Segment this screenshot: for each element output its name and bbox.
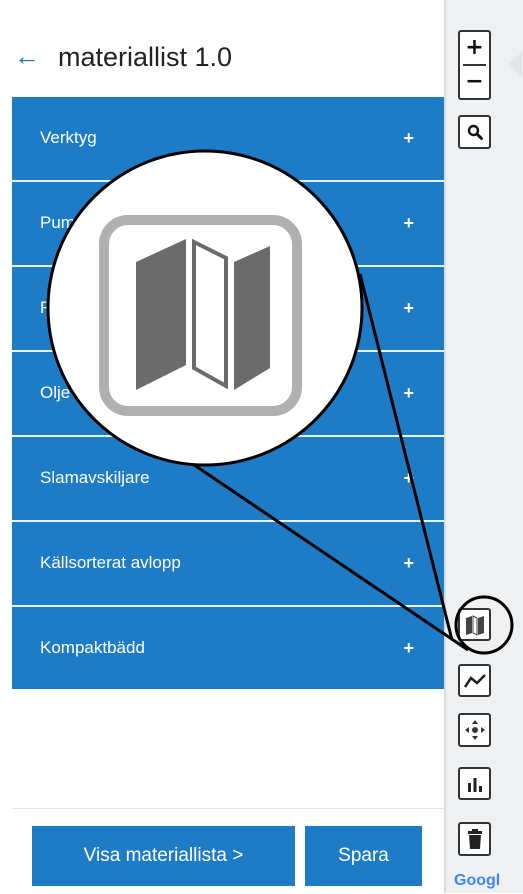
accordion-item-r[interactable]: R +: [12, 267, 444, 349]
expand-plus-icon: +: [403, 128, 414, 148]
accordion-item-label: Verktyg: [40, 128, 97, 147]
accordion-item-kallsorterat-avlopp[interactable]: Källsorterat avlopp +: [12, 522, 444, 604]
expand-plus-icon: +: [403, 468, 414, 488]
move-icon: [464, 720, 485, 740]
search-icon: [467, 124, 483, 140]
action-bar: Visa materiallista > Spara: [12, 808, 444, 894]
left-panel: ← materiallist 1.0 Verktyg + Pum + R + O…: [0, 0, 444, 893]
move-button[interactable]: [458, 713, 491, 747]
accordion-item-label: Kompaktbädd: [40, 638, 145, 657]
accordion-item-label: Källsorterat avlopp: [40, 553, 181, 572]
category-accordion: Verktyg + Pum + R + Olje + Slamavskiljar…: [12, 97, 444, 689]
draw-line-button[interactable]: [458, 664, 491, 697]
search-button[interactable]: [458, 115, 491, 149]
zoom-out-button[interactable]: −: [460, 66, 489, 98]
accordion-item-olje[interactable]: Olje +: [12, 352, 444, 434]
map-layer-button[interactable]: [458, 608, 491, 641]
accordion-item-kompaktbadd[interactable]: Kompaktbädd +: [12, 607, 444, 689]
polyline-icon: [463, 673, 486, 688]
expand-plus-icon: +: [403, 553, 414, 573]
save-button[interactable]: Spara: [305, 826, 422, 886]
show-material-list-button[interactable]: Visa materiallista >: [32, 826, 295, 886]
zoom-in-button[interactable]: +: [460, 32, 489, 64]
page-title: materiallist 1.0: [58, 42, 233, 72]
map-feature-shape: [508, 52, 522, 78]
chart-icon: [467, 777, 482, 792]
expand-plus-icon: +: [403, 213, 414, 233]
accordion-item-label: Slamavskiljare: [40, 468, 150, 487]
accordion-item-label: Olje: [40, 383, 71, 402]
statistics-button[interactable]: [458, 767, 491, 800]
back-arrow-icon[interactable]: ←: [14, 36, 48, 76]
expand-plus-icon: +: [403, 383, 414, 403]
expand-plus-icon: +: [403, 638, 414, 658]
expand-plus-icon: +: [403, 298, 414, 318]
zoom-control: + −: [458, 30, 491, 100]
accordion-item-label: Pum: [40, 213, 75, 232]
delete-button[interactable]: [458, 822, 491, 856]
google-logo: Googl: [454, 872, 501, 889]
trash-icon: [467, 829, 482, 849]
map-area[interactable]: + − Googl: [444, 0, 523, 893]
accordion-item-pumpar[interactable]: Pum +: [12, 182, 444, 264]
accordion-item-slamavskiljare[interactable]: Slamavskiljare +: [12, 437, 444, 519]
accordion-item-verktyg[interactable]: Verktyg +: [12, 97, 444, 179]
map-icon: [465, 614, 484, 636]
accordion-item-label: R: [40, 298, 53, 317]
